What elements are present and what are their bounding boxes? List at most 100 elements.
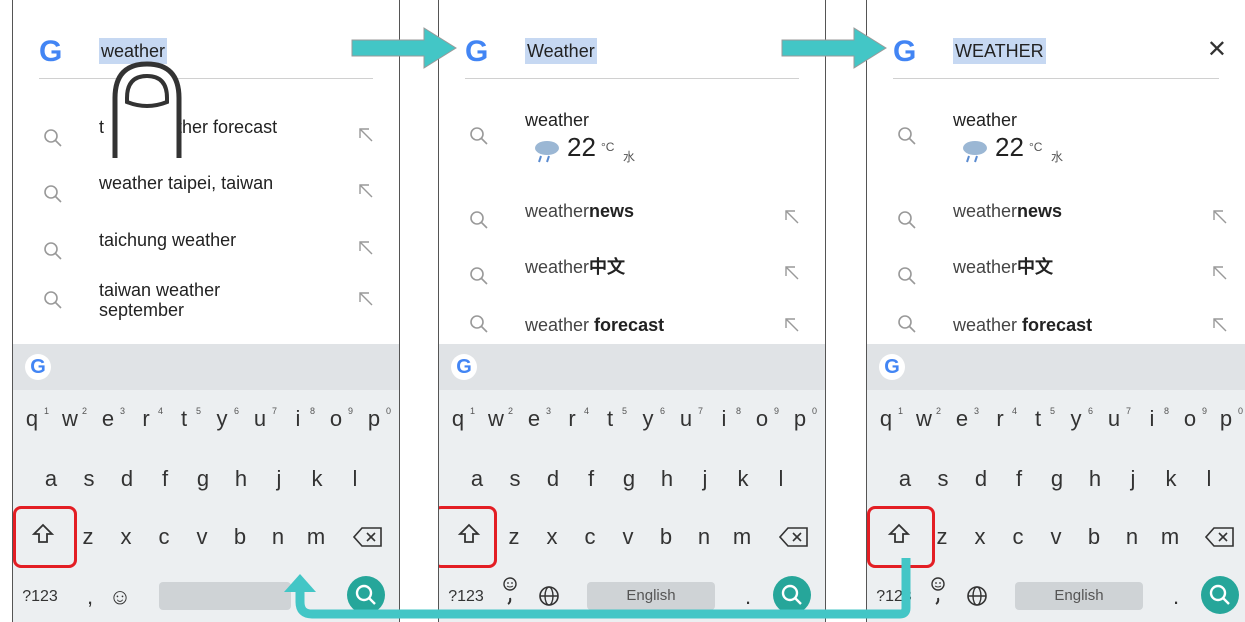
key[interactable]: q1 — [17, 404, 49, 434]
key[interactable]: a — [890, 464, 920, 494]
comma-key[interactable]: , — [75, 582, 105, 612]
search-input[interactable]: WEATHER — [953, 38, 1046, 64]
key[interactable]: r4 — [985, 404, 1017, 434]
key[interactable]: l — [1194, 464, 1224, 494]
close-icon[interactable]: ✕ — [1207, 36, 1227, 64]
key[interactable]: p0 — [1211, 404, 1243, 434]
spacebar[interactable] — [159, 582, 291, 610]
key[interactable]: k — [728, 464, 758, 494]
key[interactable]: v — [187, 522, 217, 552]
key[interactable]: b — [1079, 522, 1109, 552]
key[interactable]: m — [727, 522, 757, 552]
key[interactable]: m — [1155, 522, 1185, 552]
search-input[interactable]: Weather — [525, 38, 597, 64]
key[interactable]: t5 — [595, 404, 627, 434]
suggestion-row[interactable]: weather中文 — [867, 254, 1245, 304]
arrow-up-left-icon[interactable] — [783, 264, 801, 282]
key[interactable]: n — [689, 522, 719, 552]
arrow-up-left-icon[interactable] — [357, 239, 375, 257]
key[interactable]: k — [1156, 464, 1186, 494]
key[interactable]: g — [188, 464, 218, 494]
key[interactable]: a — [462, 464, 492, 494]
key[interactable]: h — [1080, 464, 1110, 494]
search-button[interactable] — [1201, 576, 1239, 614]
key[interactable]: z — [73, 522, 103, 552]
key[interactable]: u7 — [671, 404, 703, 434]
arrow-up-left-icon[interactable] — [783, 316, 801, 334]
key[interactable]: y6 — [633, 404, 666, 434]
key[interactable]: z — [499, 522, 529, 552]
key[interactable]: l — [766, 464, 796, 494]
key[interactable]: o9 — [747, 404, 779, 434]
key[interactable]: h — [226, 464, 256, 494]
backspace-icon[interactable] — [353, 526, 383, 548]
key[interactable]: v — [613, 522, 643, 552]
key[interactable]: r4 — [131, 404, 163, 434]
key[interactable]: l — [340, 464, 370, 494]
shift-icon[interactable] — [31, 522, 55, 546]
google-g-icon[interactable]: G — [451, 354, 477, 380]
arrow-up-left-icon[interactable] — [1211, 264, 1229, 282]
key[interactable]: c — [575, 522, 605, 552]
emoji-comma-icon[interactable] — [929, 576, 947, 606]
key[interactable]: u7 — [245, 404, 277, 434]
key[interactable]: e3 — [519, 404, 551, 434]
key[interactable]: w2 — [909, 404, 941, 434]
key[interactable]: s — [928, 464, 958, 494]
suggestion-row[interactable]: weather taipei, taiwan — [13, 172, 399, 222]
key[interactable]: s — [500, 464, 530, 494]
key[interactable]: j — [690, 464, 720, 494]
key[interactable]: b — [225, 522, 255, 552]
key[interactable]: e3 — [93, 404, 125, 434]
key[interactable]: e3 — [947, 404, 979, 434]
key[interactable]: p0 — [359, 404, 391, 434]
shift-icon[interactable] — [457, 522, 481, 546]
key[interactable]: d — [538, 464, 568, 494]
key[interactable]: n — [1117, 522, 1147, 552]
key[interactable]: c — [149, 522, 179, 552]
suggestion-row[interactable]: weathernews — [867, 198, 1245, 248]
suggestion-row[interactable]: weather forecast — [439, 310, 825, 344]
arrow-up-left-icon[interactable] — [357, 182, 375, 200]
key[interactable]: v — [1041, 522, 1071, 552]
key[interactable]: j — [1118, 464, 1148, 494]
key[interactable]: r4 — [557, 404, 589, 434]
key[interactable]: m — [301, 522, 331, 552]
suggestion-row[interactable]: t veather forecast — [13, 116, 399, 166]
key[interactable]: q1 — [443, 404, 475, 434]
symbols-key[interactable]: ?123 — [17, 582, 63, 612]
suggestion-row[interactable]: weather forecast — [867, 310, 1245, 344]
key[interactable]: x — [965, 522, 995, 552]
key[interactable]: i8 — [1137, 404, 1169, 434]
key[interactable]: t5 — [169, 404, 201, 434]
google-g-icon[interactable]: G — [25, 354, 51, 380]
backspace-icon[interactable] — [1205, 526, 1235, 548]
shift-icon[interactable] — [887, 522, 911, 546]
spacebar[interactable]: English — [1015, 582, 1143, 610]
suggestion-row[interactable]: weathernews — [439, 198, 825, 248]
key[interactable]: g — [1042, 464, 1072, 494]
arrow-up-left-icon[interactable] — [783, 208, 801, 226]
key[interactable]: b — [651, 522, 681, 552]
emoji-key[interactable]: ☺ — [105, 582, 135, 612]
key[interactable]: j — [264, 464, 294, 494]
arrow-up-left-icon[interactable] — [357, 126, 375, 144]
key[interactable]: w2 — [55, 404, 87, 434]
key[interactable]: k — [302, 464, 332, 494]
key[interactable]: g — [614, 464, 644, 494]
key[interactable]: f — [150, 464, 180, 494]
google-g-icon[interactable]: G — [879, 354, 905, 380]
suggestion-row[interactable]: taichung weather — [13, 229, 399, 279]
key[interactable]: i8 — [709, 404, 741, 434]
period-key[interactable]: . — [1161, 582, 1191, 612]
key[interactable]: i8 — [283, 404, 315, 434]
key[interactable]: x — [111, 522, 141, 552]
key[interactable]: o9 — [321, 404, 353, 434]
key[interactable]: h — [652, 464, 682, 494]
key[interactable]: y6 — [207, 404, 240, 434]
key[interactable]: d — [966, 464, 996, 494]
key[interactable]: w2 — [481, 404, 513, 434]
key[interactable]: p0 — [785, 404, 817, 434]
key[interactable]: u7 — [1099, 404, 1131, 434]
key[interactable]: f — [1004, 464, 1034, 494]
